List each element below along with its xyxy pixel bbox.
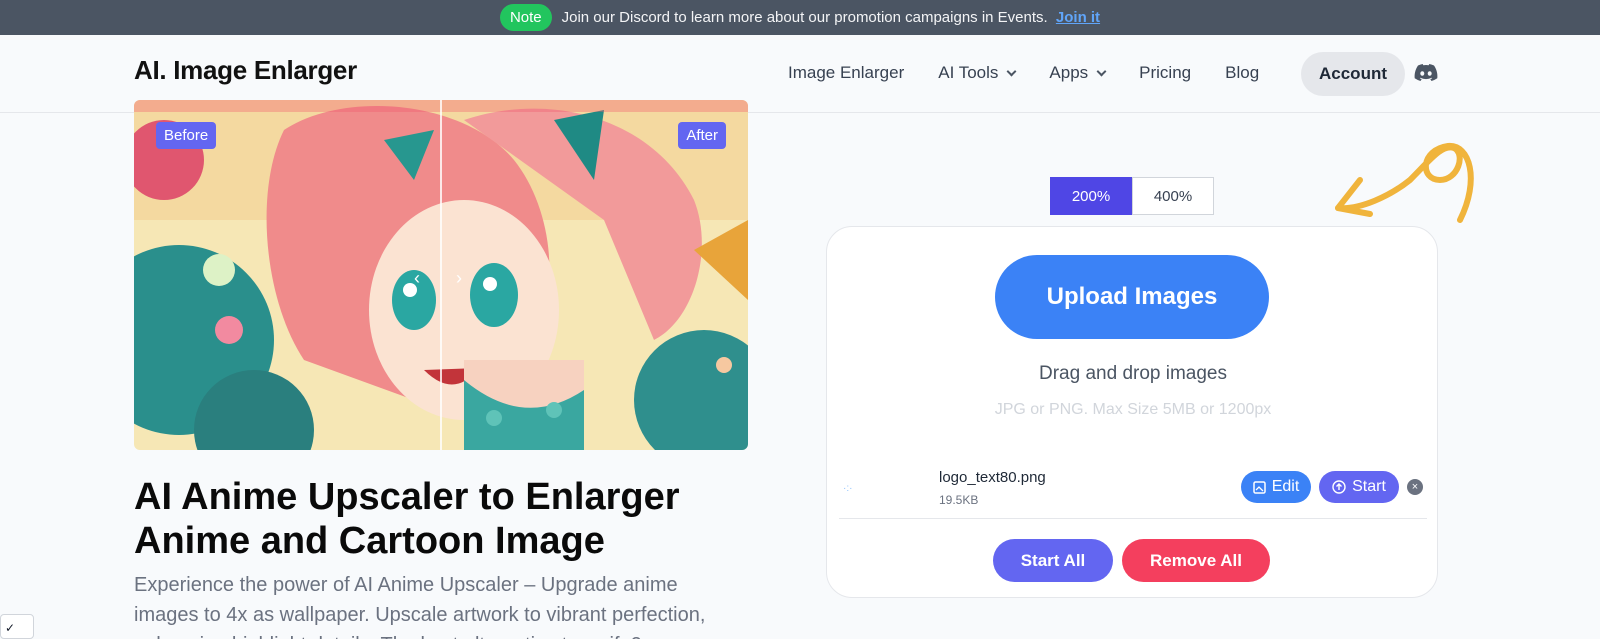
note-badge: Note	[499, 4, 552, 31]
start-button[interactable]: Start	[1319, 471, 1399, 503]
remove-all-button[interactable]: Remove All	[1122, 539, 1270, 582]
start-label: Start	[1352, 478, 1386, 495]
announcement-message: Join our Discord to learn more about our…	[561, 9, 1048, 26]
page-title: AI Anime Upscaler to Enlarger Anime and …	[134, 476, 680, 562]
edit-button[interactable]: Edit	[1241, 471, 1311, 503]
nav-image-enlarger[interactable]: Image Enlarger	[788, 63, 904, 83]
scale-option-400[interactable]: 400%	[1132, 177, 1214, 215]
comparison-divider[interactable]	[440, 100, 442, 450]
remove-file-icon[interactable]: ×	[1407, 479, 1423, 495]
join-discord-link[interactable]: Join it	[1056, 9, 1100, 26]
scale-toggle: 200% 400%	[1050, 177, 1214, 215]
nav-pricing[interactable]: Pricing	[1139, 63, 1191, 83]
file-name: logo_text80.png	[939, 469, 1046, 486]
edit-label: Edit	[1271, 478, 1300, 495]
before-after-comparison[interactable]: ‹ › Before After	[134, 100, 748, 450]
nav-apps[interactable]: Apps	[1049, 63, 1107, 83]
upload-cloud-icon	[1332, 480, 1346, 494]
nav-label: AI Tools	[938, 63, 999, 82]
chevron-down-icon	[1006, 66, 1017, 76]
file-row: ·:· logo_text80.png 19.5KB Edit Start ×	[839, 463, 1427, 519]
site-logo[interactable]: AI. Image Enlarger	[134, 55, 357, 86]
chevron-left-icon: ‹	[414, 268, 420, 288]
discord-icon[interactable]	[1414, 63, 1438, 83]
after-label: After	[678, 122, 726, 149]
upload-images-button[interactable]: Upload Images	[995, 255, 1269, 339]
nav-label: Apps	[1049, 63, 1089, 82]
start-all-button[interactable]: Start All	[993, 539, 1113, 582]
scale-option-200[interactable]: 200%	[1050, 177, 1132, 215]
nav-label: Blog	[1225, 63, 1260, 82]
account-button[interactable]: Account	[1301, 52, 1405, 96]
nav-label: Pricing	[1139, 63, 1192, 82]
file-thumbnail: ·:·	[843, 483, 853, 494]
main-nav: Image Enlarger AI Tools Apps Pricing Blo…	[788, 52, 1293, 94]
chevron-right-icon: ›	[456, 268, 462, 288]
announcement-text: Join our Discord to learn more about our…	[562, 9, 1100, 26]
before-label: Before	[156, 122, 217, 149]
page-description: Experience the power of AI Anime Upscale…	[134, 574, 706, 639]
drag-drop-text: Drag and drop images	[1039, 363, 1227, 384]
file-size: 19.5KB	[939, 493, 979, 507]
nav-label: Image Enlarger	[788, 63, 905, 82]
upload-hint: JPG or PNG. Max Size 5MB or 1200px	[994, 401, 1272, 418]
curly-arrow-icon	[1335, 143, 1474, 223]
image-edit-icon	[1252, 480, 1266, 494]
checkmark-icon[interactable]: ✓	[0, 614, 34, 639]
nav-blog[interactable]: Blog	[1225, 63, 1259, 83]
nav-ai-tools[interactable]: AI Tools	[938, 63, 1017, 83]
announcement-bar: Note Join our Discord to learn more abou…	[0, 0, 1600, 35]
chevron-down-icon	[1096, 66, 1107, 76]
upload-panel: Upload Images Drag and drop images JPG o…	[826, 226, 1438, 598]
